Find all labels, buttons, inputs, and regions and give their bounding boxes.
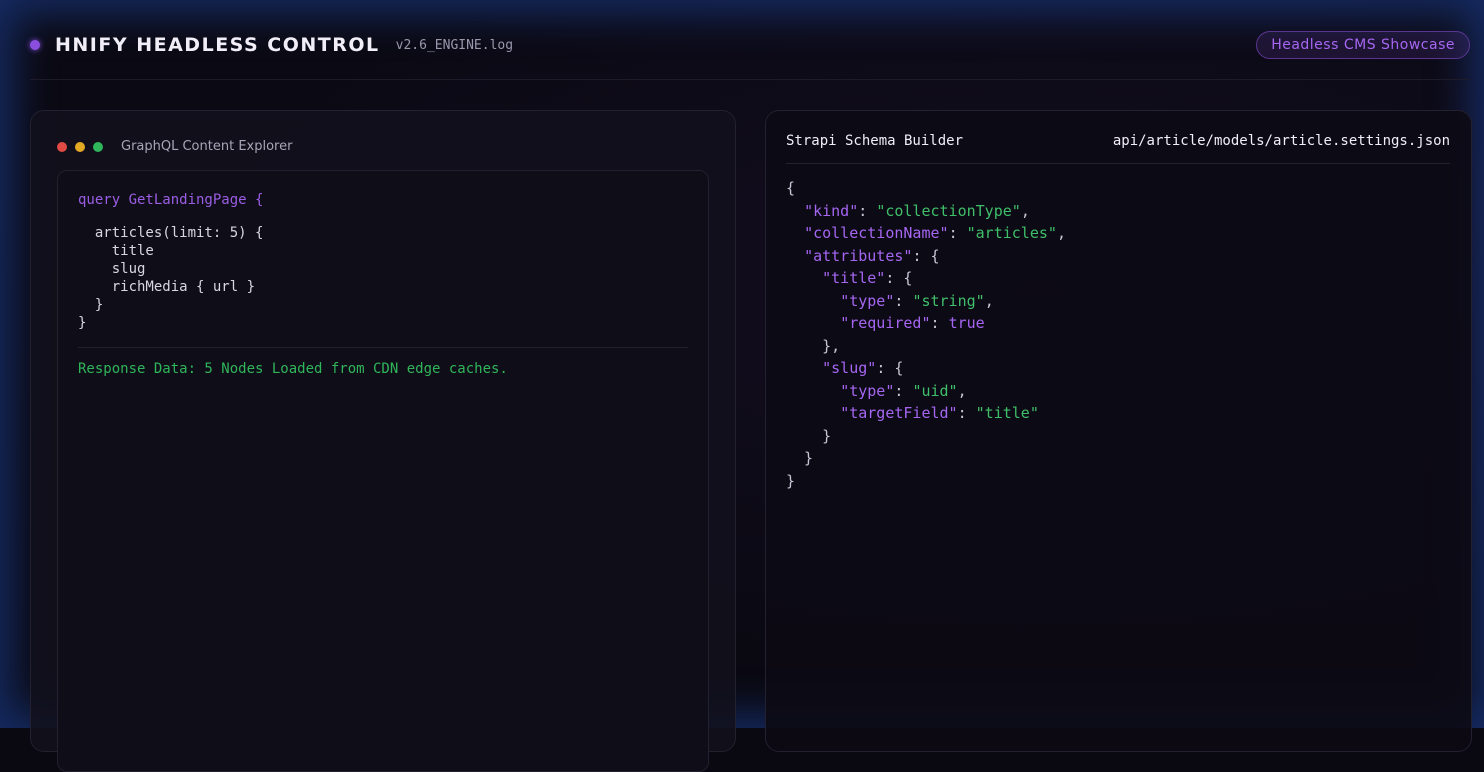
schema-title: Strapi Schema Builder [786, 133, 964, 149]
minimize-window-icon[interactable] [75, 141, 85, 152]
schema-builder-panel: Strapi Schema Builder api/article/models… [765, 110, 1472, 752]
app-title: HNIFY HEADLESS CONTROL [55, 34, 380, 56]
query-line: slug [78, 261, 146, 277]
version-label: v2.6_ENGINE.log [395, 37, 514, 53]
json-brace: { [786, 179, 796, 197]
query-editor[interactable]: query GetLandingPage { articles(limit: 5… [57, 170, 709, 772]
status-dot-icon [30, 40, 40, 50]
json-key: "required" [840, 314, 931, 332]
json-brace: } [786, 471, 796, 490]
query-line: query GetLandingPage { [78, 192, 264, 208]
schema-file-path[interactable]: api/article/models/article.settings.json [1113, 133, 1450, 163]
query-line: richMedia { url } [78, 279, 256, 295]
response-status: Response Data: 5 Nodes Loaded from CDN e… [78, 361, 508, 377]
query-line: } [78, 297, 104, 313]
app-frame: HNIFY HEADLESS CONTROL v2.6_ENGINE.log H… [0, 0, 1484, 772]
panel-title: GraphQL Content Explorer [121, 139, 293, 154]
json-value: "articles" [966, 224, 1057, 242]
json-key: "attributes" [804, 246, 913, 265]
json-key: "slug" [822, 359, 877, 377]
json-key: "type" [840, 381, 895, 400]
json-key: "kind" [804, 201, 859, 220]
query-code: query GetLandingPage { articles(limit: 5… [78, 191, 263, 332]
json-key: "title" [822, 269, 886, 287]
json-value: "title" [975, 404, 1039, 422]
query-line: articles(limit: 5) { [78, 225, 264, 241]
json-key: "collectionName" [804, 224, 949, 242]
json-value: "uid" [912, 381, 958, 400]
header-divider [30, 79, 1470, 80]
json-value: "collectionType" [876, 201, 1021, 220]
json-key: "type" [840, 291, 895, 310]
graphql-explorer-panel: GraphQL Content Explorer query GetLandin… [30, 110, 736, 772]
maximize-window-icon[interactable] [93, 141, 103, 152]
close-window-icon[interactable] [57, 141, 67, 152]
schema-json: { "kind": "collectionType", "collectionN… [786, 179, 1066, 490]
app-header: HNIFY HEADLESS CONTROL v2.6_ENGINE.log H… [30, 28, 1470, 62]
query-line: title [78, 243, 154, 259]
schema-header: Strapi Schema Builder api/article/models… [786, 133, 1450, 164]
json-key: "targetField" [840, 404, 958, 422]
showcase-badge[interactable]: Headless CMS Showcase [1256, 31, 1470, 59]
json-value: true [948, 314, 985, 332]
window-titlebar: GraphQL Content Explorer [57, 139, 292, 154]
json-value: "string" [912, 291, 985, 310]
response-divider [78, 347, 688, 348]
query-line: } [78, 315, 87, 331]
